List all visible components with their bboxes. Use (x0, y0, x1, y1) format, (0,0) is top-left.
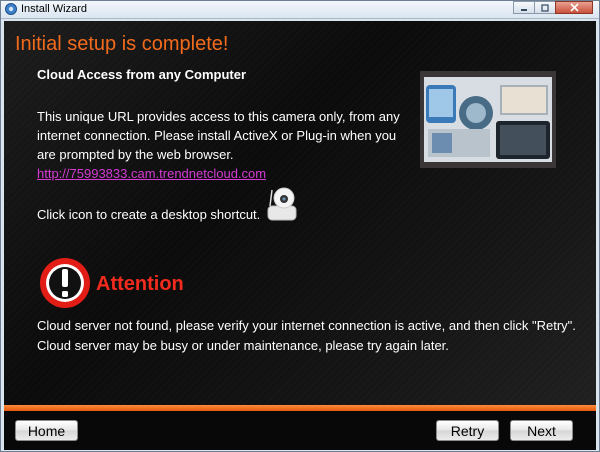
maximize-icon (541, 3, 549, 12)
wizard-content: Initial setup is complete! Cloud Access … (4, 21, 596, 405)
cloud-url-link[interactable]: http://75993833.cam.trendnetcloud.com (37, 164, 266, 183)
close-button[interactable] (555, 1, 593, 14)
window-controls (513, 1, 593, 14)
window-title: Install Wizard (21, 3, 88, 15)
error-message: Cloud server not found, please verify yo… (37, 316, 587, 356)
retry-button[interactable]: Retry (436, 420, 499, 441)
wizard-app-icon (5, 3, 17, 15)
minimize-button[interactable] (513, 1, 535, 14)
shortcut-instruction: Click icon to create a desktop shortcut. (37, 207, 261, 222)
close-icon (569, 3, 579, 12)
attention-title: Attention (96, 273, 184, 295)
exclamation-icon (40, 258, 90, 308)
wizard-footer: Home Retry Next (4, 411, 596, 450)
camera-icon[interactable] (262, 184, 302, 224)
cloud-product-image (420, 71, 556, 168)
install-wizard-window: Install Wizard Initial setup is complete… (0, 0, 600, 452)
home-button[interactable]: Home (15, 420, 78, 441)
section-subheading: Cloud Access from any Computer (37, 67, 247, 82)
page-title: Initial setup is complete! (15, 33, 229, 55)
minimize-icon (521, 8, 527, 11)
error-line-2: Cloud server may be busy or under mainte… (37, 338, 449, 353)
description-block: This unique URL provides access to this … (37, 107, 407, 183)
maximize-button[interactable] (534, 1, 556, 14)
description-text: This unique URL provides access to this … (37, 109, 400, 162)
next-button[interactable]: Next (510, 420, 573, 441)
title-bar[interactable]: Install Wizard (1, 1, 599, 19)
error-line-1: Cloud server not found, please verify yo… (37, 318, 576, 333)
